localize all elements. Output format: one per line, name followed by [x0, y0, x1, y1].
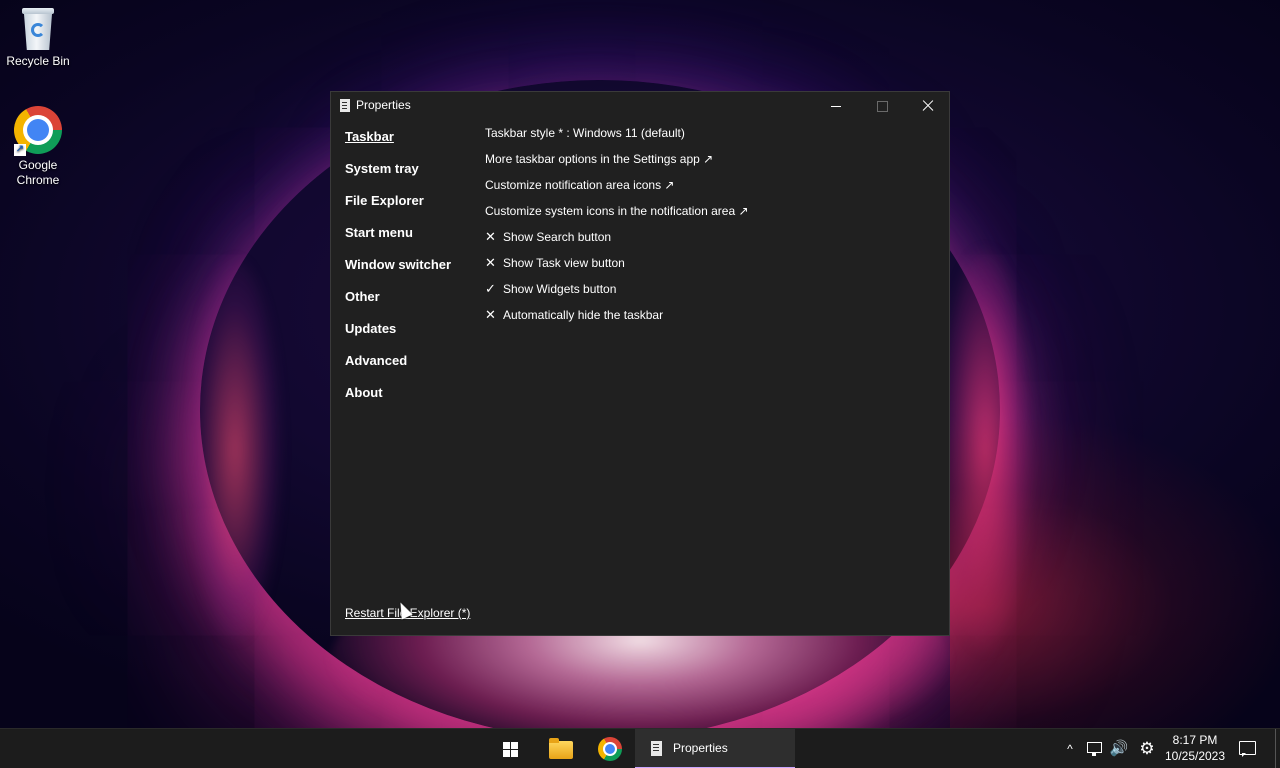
nav-item-file-explorer[interactable]: File Explorer: [345, 190, 475, 222]
unchecked-x-icon: ✕: [485, 229, 496, 244]
shortcut-arrow-icon: ↗: [14, 144, 26, 156]
taskbar-file-explorer[interactable]: [545, 729, 577, 768]
toggle-auto-hide-taskbar[interactable]: ✕ Automatically hide the taskbar: [485, 306, 945, 332]
desktop-icon-label: Recycle Bin: [6, 54, 70, 68]
start-button[interactable]: [496, 729, 524, 768]
taskbar-google-chrome[interactable]: [594, 729, 626, 768]
nav-item-advanced[interactable]: Advanced: [345, 350, 475, 382]
nav-item-taskbar[interactable]: Taskbar: [345, 126, 475, 158]
nav-item-window-switcher[interactable]: Window switcher: [345, 254, 475, 286]
chrome-icon: ↗: [14, 106, 62, 156]
wallpaper-bloom-left: [190, 260, 280, 640]
desktop-icon-recycle-bin[interactable]: Recycle Bin: [0, 8, 76, 69]
minimize-button[interactable]: [813, 92, 859, 120]
network-icon[interactable]: [1084, 729, 1106, 768]
close-button[interactable]: [905, 92, 951, 120]
desktop-icon-google-chrome[interactable]: ↗ Google Chrome: [0, 106, 76, 188]
chrome-icon: [598, 737, 622, 761]
checkmark-icon: ✓: [485, 281, 496, 296]
notification-center-icon[interactable]: [1236, 729, 1258, 768]
show-desktop-button[interactable]: [1275, 729, 1276, 768]
window-title: Properties: [356, 98, 411, 112]
settings-panel: Taskbar style * : Windows 11 (default) M…: [485, 124, 945, 332]
nav-item-about[interactable]: About: [345, 382, 475, 414]
section-nav: Taskbar System tray File Explorer Start …: [345, 126, 475, 414]
clock-time: 8:17 PM: [1172, 733, 1218, 747]
properties-window: Properties Taskbar System tray File Expl…: [330, 91, 950, 636]
maximize-button[interactable]: [859, 92, 905, 120]
unchecked-x-icon: ✕: [485, 307, 496, 322]
taskbar-app-label: Properties: [673, 741, 728, 755]
link-customize-notification-icons[interactable]: Customize notification area icons ↗: [485, 176, 945, 202]
recycle-bin-icon: [20, 8, 56, 50]
taskbar-properties[interactable]: Properties: [635, 729, 795, 768]
toggle-label: Show Search button: [503, 230, 612, 244]
properties-icon: [340, 99, 350, 112]
setting-taskbar-style[interactable]: Taskbar style * : Windows 11 (default): [485, 124, 945, 150]
title-bar[interactable]: Properties: [331, 92, 949, 120]
properties-icon: [651, 741, 662, 756]
toggle-label: Show Task view button: [503, 256, 625, 270]
system-clock[interactable]: 8:17 PM 10/25/2023: [1162, 732, 1228, 764]
toggle-label: Automatically hide the taskbar: [503, 308, 664, 322]
taskbar: Properties ^ 🔊 ⚙ 8:17 PM 10/25/2023: [0, 728, 1280, 768]
volume-icon[interactable]: 🔊: [1108, 729, 1130, 768]
settings-gear-icon[interactable]: ⚙: [1136, 729, 1158, 768]
nav-item-system-tray[interactable]: System tray: [345, 158, 475, 190]
link-customize-system-icons[interactable]: Customize system icons in the notificati…: [485, 202, 945, 228]
wallpaper-glow: [950, 420, 1280, 728]
toggle-label: Show Widgets button: [503, 282, 617, 296]
nav-item-other[interactable]: Other: [345, 286, 475, 318]
desktop-icon-label: Google Chrome: [16, 158, 60, 187]
show-hidden-icons-chevron-icon[interactable]: ^: [1060, 729, 1080, 768]
toggle-show-widgets-button[interactable]: ✓ Show Widgets button: [485, 280, 945, 306]
toggle-show-task-view-button[interactable]: ✕ Show Task view button: [485, 254, 945, 280]
toggle-show-search-button[interactable]: ✕ Show Search button: [485, 228, 945, 254]
link-more-taskbar-options[interactable]: More taskbar options in the Settings app…: [485, 150, 945, 176]
unchecked-x-icon: ✕: [485, 255, 496, 270]
clock-date: 10/25/2023: [1164, 749, 1226, 763]
nav-item-updates[interactable]: Updates: [345, 318, 475, 350]
nav-item-start-menu[interactable]: Start menu: [345, 222, 475, 254]
